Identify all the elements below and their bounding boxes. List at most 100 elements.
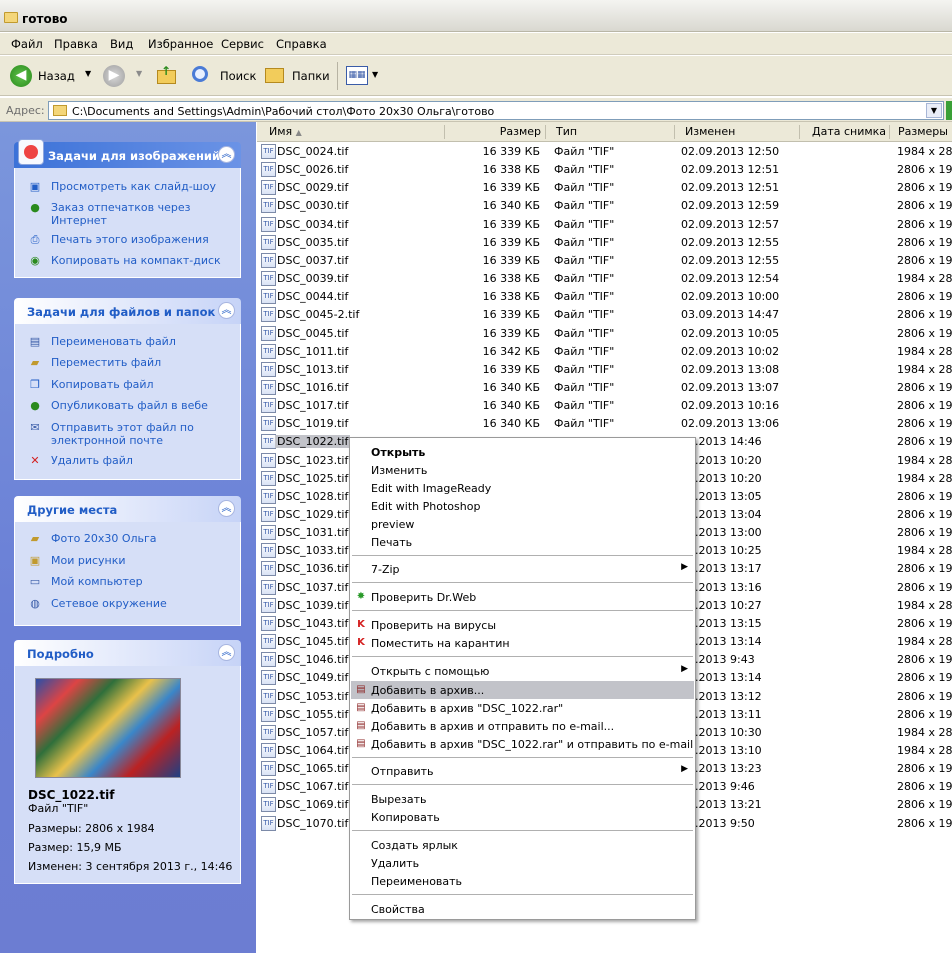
menu-cut[interactable]: Вырезать (351, 790, 694, 808)
task-slideshow[interactable]: ▣ Просмотреть как слайд-шоу (25, 180, 235, 193)
menu-send-to[interactable]: Отправить ▶ (351, 762, 694, 780)
task-rename[interactable]: ▤ Переименовать файл (25, 335, 235, 348)
file-name: DSC_0035.tif (277, 235, 349, 249)
menu-add-archive-email[interactable]: ▤ Добавить в архив и отправить по e-mail.… (351, 717, 694, 735)
tif-file-icon: TIF (261, 216, 276, 232)
address-dropdown-icon[interactable]: ▼ (926, 103, 942, 118)
menu-edit-file-label: Изменить (371, 464, 428, 477)
menu-quarantine[interactable]: K Поместить на карантин (351, 634, 694, 652)
menu-delete[interactable]: Удалить (351, 854, 694, 872)
file-name: DSC_1065.tif (277, 762, 349, 776)
column-modified[interactable]: Изменен (675, 125, 800, 139)
menu-edit-file[interactable]: Изменить (351, 461, 694, 479)
file-row[interactable]: TIF DSC_1017.tif 16 340 КБ Файл "TIF" 02.09.… (257, 397, 952, 415)
task-copy[interactable]: ❐ Копировать файл (25, 378, 235, 391)
place-network[interactable]: ◍ Сетевое окружение (25, 597, 235, 610)
search-button[interactable]: Поиск (188, 64, 256, 88)
menu-create-shortcut[interactable]: Создать ярлык (351, 836, 694, 854)
winrar-icon: ▤ (356, 738, 366, 749)
menu-open[interactable]: Открыть (351, 443, 694, 461)
back-dropdown-icon: ▼ (85, 69, 92, 78)
details-collapse-icon[interactable]: ︽ (218, 644, 235, 661)
task-delete[interactable]: ✕ Удалить файл (25, 454, 235, 467)
menu-edit[interactable]: Правка (54, 37, 98, 51)
column-type[interactable]: Тип (546, 125, 675, 139)
column-date-taken[interactable]: Дата снимка (800, 125, 890, 139)
menu-virus-check[interactable]: K Проверить на вирусы (351, 616, 694, 634)
file-tasks-collapse-icon[interactable]: ︽ (218, 302, 235, 319)
file-row[interactable]: TIF DSC_0045-2.tif 16 339 КБ Файл "TIF" 03.0… (257, 306, 952, 324)
file-row[interactable]: TIF DSC_1011.tif 16 342 КБ Файл "TIF" 02.09.… (257, 343, 952, 361)
file-row[interactable]: TIF DSC_0045.tif 16 339 КБ Файл "TIF" 02.09.… (257, 325, 952, 343)
forward-button[interactable]: ▶ (103, 65, 125, 87)
forward-dropdown-icon: ▼ (136, 69, 143, 78)
place-my-computer[interactable]: ▭ Мой компьютер (25, 575, 235, 588)
menu-tools[interactable]: Сервис (221, 37, 264, 51)
menu-print[interactable]: Печать (351, 533, 694, 551)
file-row[interactable]: TIF DSC_0030.tif 16 340 КБ Файл "TIF" 02.09.… (257, 197, 952, 215)
file-row[interactable]: TIF DSC_1019.tif 16 340 КБ Файл "TIF" 02.09.… (257, 415, 952, 433)
task-print-image[interactable]: ⎙ Печать этого изображения (25, 233, 235, 246)
details-header[interactable]: Подробно ︽ (14, 640, 241, 666)
task-copy-cd-label: Копировать на компакт-диск (51, 254, 221, 267)
file-row[interactable]: TIF DSC_1016.tif 16 340 КБ Файл "TIF" 02.09.… (257, 379, 952, 397)
menu-view[interactable]: Вид (110, 37, 133, 51)
file-row[interactable]: TIF DSC_0035.tif 16 339 КБ Файл "TIF" 02.09.… (257, 234, 952, 252)
other-places-header[interactable]: Другие места ︽ (14, 496, 241, 522)
file-row[interactable]: TIF DSC_0034.tif 16 339 КБ Файл "TIF" 02.09.… (257, 216, 952, 234)
tif-file-icon: TIF (261, 307, 276, 323)
folders-button[interactable]: Папки (262, 64, 334, 88)
menu-add-rar[interactable]: ▤ Добавить в архив "DSC_1022.rar" (351, 699, 694, 717)
details-size: Размер: 15,9 МБ (28, 841, 122, 854)
views-button[interactable]: ▦▦ ▼ (346, 65, 380, 87)
menu-add-archive[interactable]: ▤ Добавить в архив... (351, 681, 694, 699)
tif-file-icon: TIF (261, 724, 276, 740)
task-move[interactable]: ▰ Переместить файл (25, 356, 235, 369)
menu-separator (352, 582, 693, 583)
menu-add-rar-email[interactable]: ▤ Добавить в архив "DSC_1022.rar" и отпра… (351, 735, 694, 753)
file-row[interactable]: TIF DSC_0029.tif 16 339 КБ Файл "TIF" 02.09.… (257, 179, 952, 197)
sort-ascending-icon: ▲ (295, 128, 302, 137)
image-tasks-collapse-icon[interactable]: ︽ (218, 146, 235, 163)
task-publish[interactable]: ● Опубликовать файл в вебе (25, 399, 235, 412)
menu-edit-photoshop[interactable]: Edit with Photoshop (351, 497, 694, 515)
folder-icon: ▰ (30, 532, 40, 545)
menu-help[interactable]: Справка (276, 37, 327, 51)
file-row[interactable]: TIF DSC_1013.tif 16 339 КБ Файл "TIF" 02.09.… (257, 361, 952, 379)
file-size: 16 340 КБ (482, 399, 540, 413)
menu-preview[interactable]: preview (351, 515, 694, 533)
place-my-pictures[interactable]: ▣ Мои рисунки (25, 554, 235, 567)
column-dimensions[interactable]: Размеры (890, 125, 952, 139)
menu-open-with[interactable]: Открыть с помощью ▶ (351, 662, 694, 680)
file-row[interactable]: TIF DSC_0026.tif 16 338 КБ Файл "TIF" 02.09.… (257, 161, 952, 179)
menu-edit-imageready[interactable]: Edit with ImageReady (351, 479, 694, 497)
task-copy-cd[interactable]: ◉ Копировать на компакт-диск (25, 254, 235, 267)
menu-drweb[interactable]: ✸ Проверить Dr.Web (351, 588, 694, 606)
file-row[interactable]: TIF DSC_0037.tif 16 339 КБ Файл "TIF" 02.09.… (257, 252, 952, 270)
menu-favorites[interactable]: Избранное (148, 37, 213, 51)
column-name[interactable]: Имя ▲ (257, 125, 445, 139)
task-order-prints[interactable]: ● Заказ отпечатков через Интернет (25, 201, 235, 227)
menu-rename[interactable]: Переименовать (351, 872, 694, 890)
place-my-computer-label: Мой компьютер (51, 575, 143, 588)
file-tasks-header[interactable]: Задачи для файлов и папок ︽ (14, 298, 241, 324)
menu-properties[interactable]: Свойства (351, 900, 694, 918)
task-email[interactable]: ✉ Отправить этот файл по электронной почт… (25, 421, 215, 447)
file-row[interactable]: TIF DSC_0024.tif 16 339 КБ Файл "TIF" 02.09.… (257, 143, 952, 161)
up-folder-button[interactable]: ↑ (156, 64, 178, 86)
other-places-collapse-icon[interactable]: ︽ (218, 500, 235, 517)
image-tasks-header[interactable]: Задачи для изображений ︽ (14, 139, 241, 168)
place-photo-folder[interactable]: ▰ Фото 20х30 Ольга (25, 532, 235, 545)
address-input[interactable]: C:\Documents and Settings\Admin\Рабочий … (48, 101, 944, 120)
menu-copy[interactable]: Копировать (351, 808, 694, 826)
column-size[interactable]: Размер (445, 125, 546, 139)
printer-icon: ⎙ (30, 233, 40, 246)
file-row[interactable]: TIF DSC_0044.tif 16 338 КБ Файл "TIF" 02.09.… (257, 288, 952, 306)
back-button[interactable]: ◀ Назад ▼ (7, 63, 97, 89)
menu-edit-photoshop-label: Edit with Photoshop (371, 500, 481, 513)
file-size: 16 339 КБ (482, 217, 540, 231)
go-button[interactable] (946, 101, 952, 120)
file-row[interactable]: TIF DSC_0039.tif 16 338 КБ Файл "TIF" 02.09.… (257, 270, 952, 288)
menu-7zip[interactable]: 7-Zip ▶ (351, 560, 694, 578)
menu-file[interactable]: Файл (11, 37, 43, 51)
